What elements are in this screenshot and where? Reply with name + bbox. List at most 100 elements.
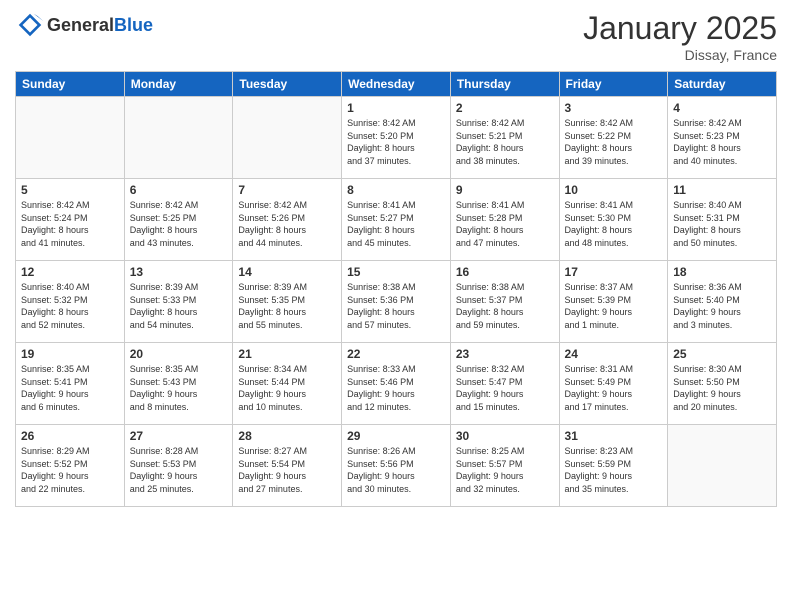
- weekday-header: Wednesday: [342, 72, 451, 97]
- calendar-cell: 17 Sunrise: 8:37 AMSunset: 5:39 PMDayligh…: [559, 261, 668, 343]
- day-info: Sunrise: 8:38 AMSunset: 5:37 PMDaylight:…: [456, 281, 554, 331]
- day-info: Sunrise: 8:39 AMSunset: 5:33 PMDaylight:…: [130, 281, 228, 331]
- calendar-week-row: 1 Sunrise: 8:42 AMSunset: 5:20 PMDaylight…: [16, 97, 777, 179]
- day-number: 22: [347, 347, 445, 361]
- day-info: Sunrise: 8:39 AMSunset: 5:35 PMDaylight:…: [238, 281, 336, 331]
- day-info: Sunrise: 8:42 AMSunset: 5:20 PMDaylight:…: [347, 117, 445, 167]
- day-number: 30: [456, 429, 554, 443]
- calendar-week-row: 12 Sunrise: 8:40 AMSunset: 5:32 PMDayligh…: [16, 261, 777, 343]
- calendar-cell: 30 Sunrise: 8:25 AMSunset: 5:57 PMDayligh…: [450, 425, 559, 507]
- calendar-cell: 5 Sunrise: 8:42 AMSunset: 5:24 PMDaylight…: [16, 179, 125, 261]
- day-number: 17: [565, 265, 663, 279]
- day-number: 9: [456, 183, 554, 197]
- day-info: Sunrise: 8:35 AMSunset: 5:41 PMDaylight:…: [21, 363, 119, 413]
- day-number: 28: [238, 429, 336, 443]
- day-info: Sunrise: 8:30 AMSunset: 5:50 PMDaylight:…: [673, 363, 771, 413]
- day-number: 15: [347, 265, 445, 279]
- day-info: Sunrise: 8:26 AMSunset: 5:56 PMDaylight:…: [347, 445, 445, 495]
- day-number: 18: [673, 265, 771, 279]
- day-info: Sunrise: 8:25 AMSunset: 5:57 PMDaylight:…: [456, 445, 554, 495]
- title-section: January 2025 Dissay, France: [583, 10, 777, 63]
- calendar-week-row: 19 Sunrise: 8:35 AMSunset: 5:41 PMDayligh…: [16, 343, 777, 425]
- calendar-cell: [16, 97, 125, 179]
- day-number: 6: [130, 183, 228, 197]
- day-number: 21: [238, 347, 336, 361]
- calendar-cell: 21 Sunrise: 8:34 AMSunset: 5:44 PMDayligh…: [233, 343, 342, 425]
- calendar-cell: 1 Sunrise: 8:42 AMSunset: 5:20 PMDaylight…: [342, 97, 451, 179]
- day-number: 25: [673, 347, 771, 361]
- day-number: 19: [21, 347, 119, 361]
- logo: GeneralBlue: [15, 10, 153, 40]
- calendar-cell: 22 Sunrise: 8:33 AMSunset: 5:46 PMDayligh…: [342, 343, 451, 425]
- day-number: 29: [347, 429, 445, 443]
- day-info: Sunrise: 8:27 AMSunset: 5:54 PMDaylight:…: [238, 445, 336, 495]
- day-info: Sunrise: 8:40 AMSunset: 5:32 PMDaylight:…: [21, 281, 119, 331]
- calendar-cell: 14 Sunrise: 8:39 AMSunset: 5:35 PMDayligh…: [233, 261, 342, 343]
- day-info: Sunrise: 8:41 AMSunset: 5:30 PMDaylight:…: [565, 199, 663, 249]
- logo-icon: [15, 10, 45, 40]
- logo-general-text: General: [47, 15, 114, 35]
- calendar-cell: 7Sunrise: 8:42 AMSunset: 5:26 PMDaylight…: [233, 179, 342, 261]
- calendar-cell: 6 Sunrise: 8:42 AMSunset: 5:25 PMDaylight…: [124, 179, 233, 261]
- day-number: 20: [130, 347, 228, 361]
- day-number: 1: [347, 101, 445, 115]
- day-number: 3: [565, 101, 663, 115]
- calendar-cell: 23Sunrise: 8:32 AMSunset: 5:47 PMDayligh…: [450, 343, 559, 425]
- day-info: Sunrise: 8:36 AMSunset: 5:40 PMDaylight:…: [673, 281, 771, 331]
- day-number: 26: [21, 429, 119, 443]
- calendar-cell: [668, 425, 777, 507]
- day-number: 31: [565, 429, 663, 443]
- day-number: 10: [565, 183, 663, 197]
- page-header: GeneralBlue January 2025 Dissay, France: [15, 10, 777, 63]
- day-info: Sunrise: 8:40 AMSunset: 5:31 PMDaylight:…: [673, 199, 771, 249]
- calendar-cell: 13 Sunrise: 8:39 AMSunset: 5:33 PMDayligh…: [124, 261, 233, 343]
- logo-blue-text: Blue: [114, 15, 153, 35]
- day-info: Sunrise: 8:42 AMSunset: 5:22 PMDaylight:…: [565, 117, 663, 167]
- calendar-cell: 9Sunrise: 8:41 AMSunset: 5:28 PMDaylight…: [450, 179, 559, 261]
- day-info: Sunrise: 8:42 AMSunset: 5:25 PMDaylight:…: [130, 199, 228, 249]
- day-info: Sunrise: 8:35 AMSunset: 5:43 PMDaylight:…: [130, 363, 228, 413]
- calendar-cell: 28 Sunrise: 8:27 AMSunset: 5:54 PMDayligh…: [233, 425, 342, 507]
- calendar-cell: 8 Sunrise: 8:41 AMSunset: 5:27 PMDaylight…: [342, 179, 451, 261]
- day-number: 12: [21, 265, 119, 279]
- day-number: 14: [238, 265, 336, 279]
- day-info: Sunrise: 8:33 AMSunset: 5:46 PMDaylight:…: [347, 363, 445, 413]
- day-info: Sunrise: 8:23 AMSunset: 5:59 PMDaylight:…: [565, 445, 663, 495]
- calendar-week-row: 5 Sunrise: 8:42 AMSunset: 5:24 PMDaylight…: [16, 179, 777, 261]
- day-number: 23: [456, 347, 554, 361]
- calendar-cell: [233, 97, 342, 179]
- calendar-cell: 11 Sunrise: 8:40 AMSunset: 5:31 PMDayligh…: [668, 179, 777, 261]
- calendar-week-row: 26Sunrise: 8:29 AMSunset: 5:52 PMDayligh…: [16, 425, 777, 507]
- day-info: Sunrise: 8:41 AMSunset: 5:27 PMDaylight:…: [347, 199, 445, 249]
- calendar-cell: 31 Sunrise: 8:23 AMSunset: 5:59 PMDayligh…: [559, 425, 668, 507]
- day-number: 8: [347, 183, 445, 197]
- day-number: 11: [673, 183, 771, 197]
- day-info: Sunrise: 8:31 AMSunset: 5:49 PMDaylight:…: [565, 363, 663, 413]
- day-number: 4: [673, 101, 771, 115]
- day-number: 27: [130, 429, 228, 443]
- weekday-header: Thursday: [450, 72, 559, 97]
- page-container: GeneralBlue January 2025 Dissay, France …: [0, 0, 792, 612]
- weekday-header: Monday: [124, 72, 233, 97]
- day-number: 24: [565, 347, 663, 361]
- day-info: Sunrise: 8:38 AMSunset: 5:36 PMDaylight:…: [347, 281, 445, 331]
- day-info: Sunrise: 8:42 AMSunset: 5:21 PMDaylight:…: [456, 117, 554, 167]
- weekday-header: Saturday: [668, 72, 777, 97]
- calendar-cell: 29 Sunrise: 8:26 AMSunset: 5:56 PMDayligh…: [342, 425, 451, 507]
- weekday-header: Tuesday: [233, 72, 342, 97]
- day-info: Sunrise: 8:42 AMSunset: 5:26 PMDaylight:…: [238, 199, 336, 249]
- calendar-cell: 12 Sunrise: 8:40 AMSunset: 5:32 PMDayligh…: [16, 261, 125, 343]
- calendar-cell: 2 Sunrise: 8:42 AMSunset: 5:21 PMDaylight…: [450, 97, 559, 179]
- weekday-header: Sunday: [16, 72, 125, 97]
- calendar-cell: 16 Sunrise: 8:38 AMSunset: 5:37 PMDayligh…: [450, 261, 559, 343]
- day-number: 13: [130, 265, 228, 279]
- calendar-cell: 15 Sunrise: 8:38 AMSunset: 5:36 PMDayligh…: [342, 261, 451, 343]
- calendar-cell: 10 Sunrise: 8:41 AMSunset: 5:30 PMDayligh…: [559, 179, 668, 261]
- day-info: Sunrise: 8:34 AMSunset: 5:44 PMDaylight:…: [238, 363, 336, 413]
- day-number: 5: [21, 183, 119, 197]
- day-number: 16: [456, 265, 554, 279]
- day-info: Sunrise: 8:37 AMSunset: 5:39 PMDaylight:…: [565, 281, 663, 331]
- day-info: Sunrise: 8:42 AMSunset: 5:24 PMDaylight:…: [21, 199, 119, 249]
- calendar-cell: 27Sunrise: 8:28 AMSunset: 5:53 PMDayligh…: [124, 425, 233, 507]
- day-number: 2: [456, 101, 554, 115]
